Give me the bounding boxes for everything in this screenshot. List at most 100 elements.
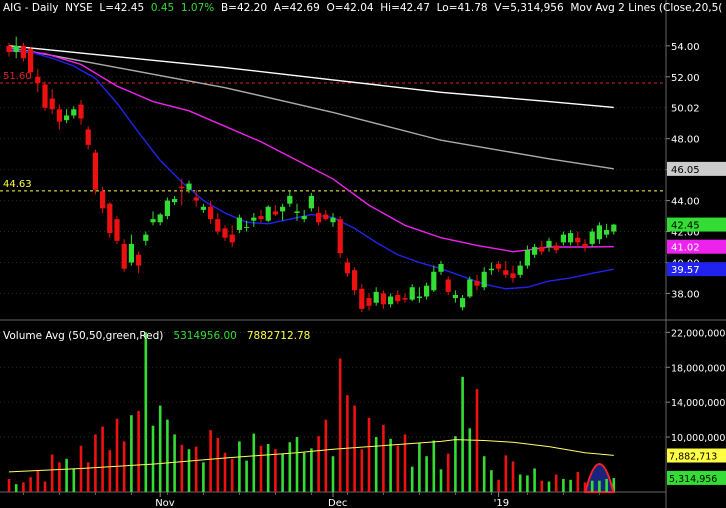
volume-bar: [101, 426, 104, 492]
candle-body: [344, 262, 350, 274]
volume-bar: [353, 405, 356, 492]
volume-bar: [266, 444, 270, 492]
price-flag-label: 39.57: [671, 265, 700, 276]
time-tick-label: '19: [494, 498, 509, 508]
price-flag-label: 46.05: [671, 165, 700, 176]
volume-tick-label: 22,000,000: [671, 328, 725, 339]
candle-body: [373, 291, 379, 303]
candle-body: [388, 296, 394, 305]
volume-bar: [173, 434, 176, 492]
price-change-pct: 1.07%: [180, 2, 215, 14]
candle-body: [496, 264, 502, 269]
volume-bar: [259, 445, 263, 492]
candle: [200, 203, 206, 213]
volume-bar: [310, 448, 313, 492]
candle-body: [416, 296, 422, 299]
volume-bar: [497, 479, 500, 492]
candle-body: [604, 229, 610, 235]
volume-bar: [151, 425, 155, 492]
candle-body: [546, 240, 552, 248]
volume-bar: [50, 454, 54, 492]
volume-bar: [302, 452, 306, 492]
reference-line-label: 51.60: [3, 71, 32, 82]
candle-body: [445, 279, 451, 292]
candle: [85, 126, 91, 150]
candle: [64, 109, 70, 124]
volume-bar: [410, 466, 414, 492]
candle-body: [460, 298, 466, 308]
candle-body: [280, 206, 286, 212]
candle-body: [402, 298, 408, 300]
volume-bar: [511, 461, 515, 492]
last-price: L=42.45: [99, 2, 145, 14]
candle-body: [575, 237, 581, 243]
candle-body: [208, 206, 214, 220]
price-flag-label: 41.02: [671, 243, 700, 254]
candle-body: [438, 264, 444, 272]
candle: [136, 251, 142, 274]
volume-bar: [554, 474, 558, 492]
candle: [611, 223, 617, 235]
volume-bar: [130, 415, 133, 492]
candle-body: [78, 104, 84, 119]
candle-body: [42, 84, 48, 108]
volume-bar: [396, 445, 400, 492]
candle: [503, 260, 509, 278]
symbol: AIG: [3, 2, 22, 14]
price-tick-label: 48.00: [671, 135, 700, 146]
candle: [604, 223, 610, 238]
candle: [438, 260, 444, 275]
candle: [575, 231, 581, 248]
candle-body: [164, 200, 170, 217]
candle: [107, 202, 113, 238]
volume-bar: [533, 468, 536, 492]
study-label: Mov Avg 2 Lines (Close,20,5(: [570, 2, 723, 14]
candle: [424, 282, 430, 300]
candle-body: [409, 287, 415, 300]
candle-body: [265, 206, 271, 221]
candle-body: [553, 245, 559, 251]
candle: [431, 265, 437, 292]
volume-bar: [43, 481, 47, 492]
candle-body: [582, 243, 588, 248]
candle: [488, 262, 494, 275]
volume-bar: [230, 458, 234, 492]
candle-body: [424, 285, 430, 297]
candle: [481, 267, 487, 291]
volume-bar: [216, 437, 220, 492]
volume-bar: [202, 462, 205, 492]
volume-bar: [29, 477, 32, 492]
candle: [308, 192, 314, 212]
candle: [287, 191, 293, 207]
volume-bar: [454, 436, 457, 492]
candle: [380, 290, 386, 309]
volume-bar: [569, 479, 572, 492]
candle: [352, 267, 358, 295]
volume-bar: [94, 434, 97, 492]
candle-body: [157, 214, 163, 223]
volume-bar: [281, 453, 284, 492]
volume-bar: [245, 460, 248, 492]
price-tick-label: 44.00: [671, 197, 700, 208]
candle-body: [589, 231, 595, 244]
volume-bar: [360, 449, 364, 492]
volume-tick-label: 18,000,000: [671, 363, 725, 374]
candle: [150, 211, 156, 226]
candle-body: [229, 234, 235, 243]
candle-body: [92, 152, 98, 190]
volume-bar: [374, 437, 378, 492]
volume-bar: [238, 441, 241, 492]
moving-average-line: [8, 45, 614, 109]
volume-bar: [72, 468, 76, 492]
candle-body: [474, 281, 480, 286]
high: Hi=42.47: [380, 2, 430, 14]
candle-body: [517, 265, 523, 275]
candle: [539, 240, 545, 255]
candle-body: [244, 226, 250, 228]
candle: [49, 89, 55, 114]
volume-bar: [490, 470, 493, 492]
volume-bar: [468, 428, 472, 492]
moving-average-line: [8, 46, 614, 170]
volume-bar: [295, 437, 299, 492]
volume-bar: [418, 443, 421, 492]
